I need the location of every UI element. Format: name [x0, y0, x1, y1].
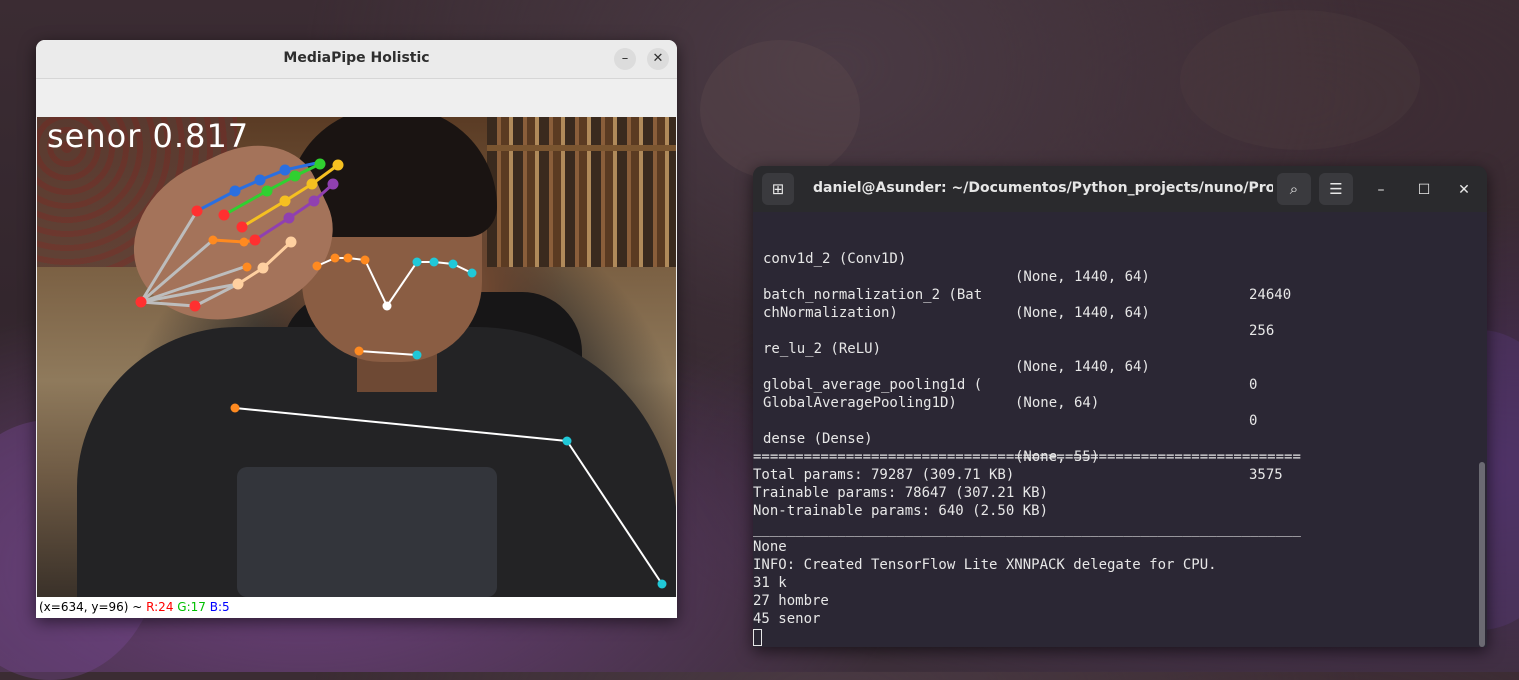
- output-line: INFO: Created TensorFlow Lite XNNPACK de…: [753, 557, 1217, 573]
- text-cursor: [753, 629, 762, 646]
- output-line: 27 hombre: [753, 593, 829, 609]
- output-line: 45 senor: [753, 611, 821, 627]
- maximize-button[interactable]: ☐: [1413, 180, 1435, 200]
- summary-total: Total params: 79287 (309.71 KB): [753, 467, 1015, 483]
- layer-name: dense (Dense): [763, 431, 873, 447]
- camera-feed[interactable]: senor 0.817: [37, 117, 676, 597]
- landmark-overlay: [135, 158, 667, 589]
- layer-shape: (None, 1440, 64): [1015, 359, 1150, 375]
- layer-params: 0: [1249, 377, 1258, 393]
- layer-params: 0: [1249, 413, 1258, 429]
- minimize-button[interactable]: –: [1370, 180, 1392, 200]
- new-tab-icon: ⊞: [771, 180, 785, 198]
- scrollbar[interactable]: [1479, 462, 1485, 647]
- menu-button[interactable]: ☰: [1319, 173, 1353, 205]
- hand-landmarks: [135, 158, 344, 312]
- close-icon: ✕: [1458, 182, 1470, 198]
- layer-params: 256: [1249, 323, 1275, 339]
- search-button[interactable]: ⌕: [1277, 173, 1311, 205]
- new-tab-button[interactable]: ⊞: [762, 173, 794, 205]
- separator-double: ========================================…: [753, 449, 1301, 465]
- minimize-button[interactable]: –: [614, 48, 636, 70]
- summary-non-trainable: Non-trainable params: 640 (2.50 KB): [753, 503, 1049, 519]
- layer-name: batch_normalization_2 (Bat chNormalizati…: [763, 287, 983, 321]
- hamburger-menu-icon: ☰: [1329, 180, 1343, 198]
- holistic-window[interactable]: MediaPipe Holistic – ✕ senor 0.817 (x=63…: [36, 40, 677, 618]
- layer-shape: (None, 1440, 64): [1015, 269, 1150, 285]
- opencv-toolbar: [36, 79, 677, 117]
- close-button[interactable]: ✕: [1453, 180, 1475, 200]
- wallpaper-shape: [1180, 10, 1420, 150]
- separator-single: ________________________________________…: [753, 521, 1301, 537]
- window-title: MediaPipe Holistic: [283, 50, 430, 66]
- close-icon: ✕: [652, 51, 664, 66]
- green-value: G:17: [177, 600, 206, 614]
- wallpaper-shape: [700, 40, 860, 180]
- layer-name: conv1d_2 (Conv1D): [763, 251, 907, 267]
- layer-shape: (None, 64): [1015, 395, 1100, 411]
- terminal-titlebar[interactable]: ⊞ daniel@Asunder: ~/Documentos/Python_pr…: [753, 166, 1487, 212]
- terminal-window[interactable]: ⊞ daniel@Asunder: ~/Documentos/Python_pr…: [753, 166, 1487, 647]
- output-line: 31 k: [753, 575, 787, 591]
- layer-params: 24640: [1249, 287, 1292, 303]
- pixel-status-bar: (x=634, y=96) ~ R:24 G:17 B:5: [36, 597, 677, 618]
- pose-connections: [234, 257, 663, 585]
- layer-params: 3575: [1249, 467, 1283, 483]
- terminal-output[interactable]: conv1d_2 (Conv1D) (None, 1440, 64) 24640…: [753, 212, 1487, 647]
- cursor-coords: (x=634, y=96) ~: [39, 600, 147, 614]
- red-value: R:24: [146, 600, 174, 614]
- search-icon: ⌕: [1289, 180, 1299, 198]
- output-line: None: [753, 539, 787, 555]
- pose-landmarks: [230, 253, 667, 589]
- minimize-icon: –: [1377, 182, 1385, 198]
- close-button[interactable]: ✕: [647, 48, 669, 70]
- minimize-icon: –: [621, 51, 629, 66]
- layer-shape: (None, 1440, 64): [1015, 305, 1150, 321]
- holistic-titlebar[interactable]: MediaPipe Holistic – ✕: [36, 40, 677, 79]
- terminal-title: daniel@Asunder: ~/Documentos/Python_proj…: [813, 180, 1273, 196]
- summary-trainable: Trainable params: 78647 (307.21 KB): [753, 485, 1049, 501]
- layer-name: global_average_pooling1d ( GlobalAverage…: [763, 377, 983, 411]
- layer-name: re_lu_2 (ReLU): [763, 341, 882, 357]
- prediction-label: senor 0.817: [47, 117, 250, 155]
- blue-value: B:5: [209, 600, 230, 614]
- maximize-icon: ☐: [1417, 182, 1431, 198]
